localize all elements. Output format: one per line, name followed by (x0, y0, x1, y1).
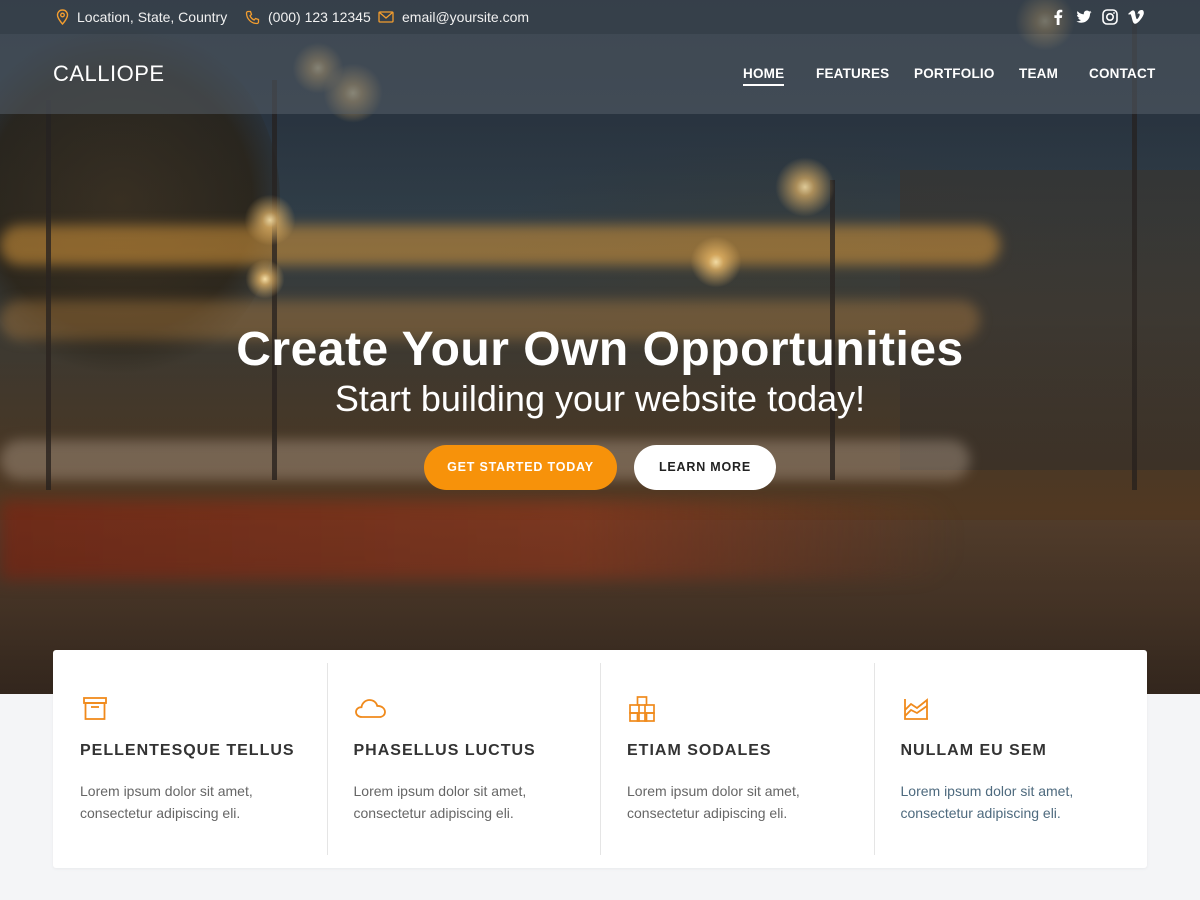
social-links (1050, 0, 1144, 34)
phone-text[interactable]: (000) 123 12345 (268, 9, 371, 25)
instagram-icon[interactable] (1102, 9, 1118, 25)
feature-title: NULLAM EU SEM (900, 742, 1047, 759)
feature-text: Lorem ipsum dolor sit amet, consectetur … (627, 783, 800, 821)
main-navbar: CALLIOPE HOME FEATURES PORTFOLIO TEAM CO… (0, 34, 1200, 114)
feature-card: PHASELLUS LUCTUS Lorem ipsum dolor sit a… (326, 650, 601, 868)
feature-card: ETIAM SODALES Lorem ipsum dolor sit amet… (600, 650, 874, 868)
learn-more-button[interactable]: LEARN MORE (634, 445, 776, 490)
nav-home[interactable]: HOME (743, 34, 785, 114)
email-info[interactable]: email@yoursite.com (378, 0, 529, 34)
email-text[interactable]: email@yoursite.com (402, 9, 529, 25)
envelope-icon (378, 11, 394, 23)
location-info: Location, State, Country (56, 0, 227, 34)
twitter-icon[interactable] (1076, 9, 1092, 25)
nav-portfolio[interactable]: PORTFOLIO (914, 34, 995, 114)
top-info-bar: Location, State, Country (000) 123 12345… (0, 0, 1200, 34)
site-logo[interactable]: CALLIOPE (53, 34, 165, 114)
hero-title: Create Your Own Opportunities (236, 323, 964, 376)
nav-features[interactable]: FEATURES (816, 34, 889, 114)
archive-box-icon (80, 694, 110, 724)
nav-contact[interactable]: CONTACT (1089, 34, 1155, 114)
cubes-icon (627, 694, 657, 724)
location-text: Location, State, Country (77, 9, 228, 25)
facebook-icon[interactable] (1050, 9, 1066, 25)
feature-text: Lorem ipsum dolor sit amet, consectetur … (353, 783, 527, 821)
get-started-button[interactable]: GET STARTED TODAY (424, 445, 617, 490)
map-pin-icon (56, 9, 69, 25)
feature-card: PELLENTESQUE TELLUS Lorem ipsum dolor si… (53, 650, 327, 868)
feature-title: ETIAM SODALES (627, 742, 772, 759)
hero-subtitle: Start building your website today! (334, 378, 866, 419)
feature-title: PHASELLUS LUCTUS (353, 742, 536, 759)
feature-text: Lorem ipsum dolor sit amet, consectetur … (900, 783, 1074, 821)
nav-team[interactable]: TEAM (1019, 34, 1058, 114)
area-chart-icon (901, 694, 931, 724)
phone-icon (245, 10, 260, 24)
cloud-icon (354, 694, 386, 724)
phone-info[interactable]: (000) 123 12345 (245, 0, 371, 34)
feature-card: NULLAM EU SEM Lorem ipsum dolor sit amet… (873, 650, 1148, 868)
features-panel: PELLENTESQUE TELLUS Lorem ipsum dolor si… (53, 650, 1147, 868)
vimeo-icon[interactable] (1128, 9, 1144, 25)
feature-title: PELLENTESQUE TELLUS (80, 742, 295, 759)
feature-text: Lorem ipsum dolor sit amet, consectetur … (80, 783, 253, 821)
